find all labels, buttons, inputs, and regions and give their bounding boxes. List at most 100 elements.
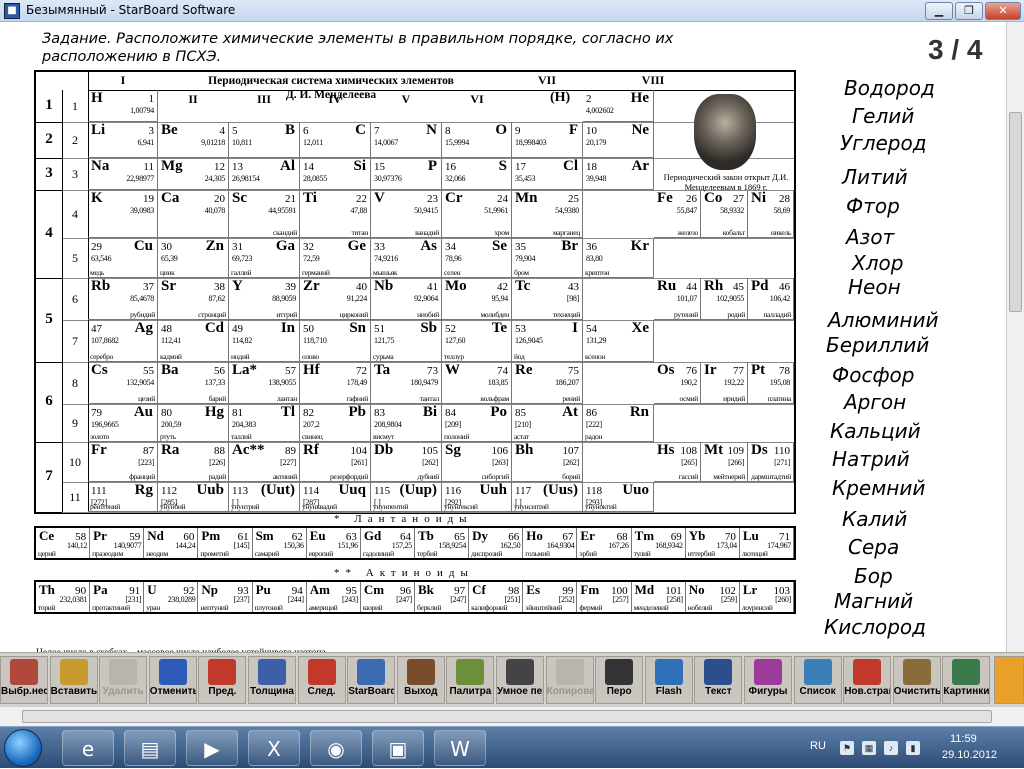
starboard-logo-button[interactable]	[994, 656, 1024, 704]
toolbar-button-19[interactable]: Очистить	[892, 656, 941, 704]
element-name-label[interactable]: Кальций	[830, 419, 921, 443]
element-name: унунбий	[160, 502, 186, 511]
atomic-number: 48	[161, 323, 172, 335]
toolbar-button-4[interactable]: Отменить	[148, 656, 197, 704]
toolbar-button-3[interactable]: Удалить	[99, 656, 148, 704]
period-number: 7	[45, 468, 53, 484]
period-number: 3	[45, 165, 53, 181]
whiteboard-canvas[interactable]: Задание. Расположите химические элементы…	[0, 22, 1024, 658]
element-cell: Rn 86 [222] радон	[583, 404, 654, 442]
column-divider	[62, 90, 63, 512]
element-symbol: Ni	[751, 190, 766, 206]
toolbar-button-2[interactable]: Вставить	[49, 656, 98, 704]
atomic-mass: 238,0289	[167, 595, 196, 604]
element-name-label[interactable]: Водород	[844, 76, 935, 100]
element-name-label[interactable]: Аргон	[844, 390, 906, 414]
media-player-icon[interactable]: ▶	[186, 730, 238, 766]
battery-icon[interactable]: ▮	[906, 741, 920, 755]
element-symbol: Sn	[349, 320, 366, 336]
element-name-label[interactable]: Хлор	[852, 251, 903, 275]
toolbar-button-17[interactable]: Список	[793, 656, 842, 704]
element-symbol: Ac**	[232, 442, 265, 458]
toolbar-button-14[interactable]: Flash	[644, 656, 693, 704]
atomic-mass: 180,9479	[410, 378, 438, 387]
toolbar-button-16[interactable]: Фигуры	[744, 656, 792, 704]
element-name-label[interactable]: Азот	[846, 225, 894, 249]
element-name-label[interactable]: Гелий	[852, 104, 914, 128]
close-button[interactable]: ✕	[985, 2, 1021, 20]
element-name-label[interactable]: Фтор	[846, 194, 900, 218]
element-name-label[interactable]: Кремний	[832, 476, 925, 500]
element-name-label[interactable]: Бор	[854, 564, 893, 588]
element-name: астат	[514, 432, 529, 441]
vertical-scrollbar[interactable]	[1006, 22, 1024, 652]
element-cell: Au 79 196,9665 золото	[88, 404, 158, 442]
toolbar-button-18[interactable]: Нов.стран.	[843, 656, 892, 704]
volume-icon[interactable]: ♪	[884, 741, 898, 755]
toolbar-button-20[interactable]: Картинки	[942, 656, 991, 704]
element-name: йод	[514, 352, 525, 361]
element-name-label[interactable]: Магний	[834, 589, 913, 613]
starboard-icon[interactable]: ▣	[372, 730, 424, 766]
ie-icon[interactable]: e	[62, 730, 114, 766]
toolbar-button-8[interactable]: StarBoard	[347, 656, 396, 704]
horizontal-scrollbar[interactable]	[0, 706, 1024, 726]
atomic-mass: 162,50	[500, 541, 521, 550]
element-name-label[interactable]: Сера	[848, 535, 899, 559]
element-name-label[interactable]: Углерод	[840, 131, 927, 155]
explorer-icon[interactable]: ▤	[124, 730, 176, 766]
element-cell: Al 13 26,98154	[229, 158, 300, 190]
excel-icon[interactable]: X	[248, 730, 300, 766]
element-name-label[interactable]: Алюминий	[828, 308, 938, 332]
element-symbol: La*	[232, 362, 258, 378]
element-symbol: Lu	[742, 528, 759, 543]
atomic-mass: 106,42	[769, 294, 791, 303]
atomic-number: 34	[445, 241, 456, 253]
clock-time[interactable]: 11:59	[950, 733, 977, 745]
element-name: олово	[302, 352, 319, 361]
start-button[interactable]	[4, 729, 42, 767]
atomic-number: 1	[148, 93, 155, 105]
element-name: тербий	[417, 549, 438, 558]
clock-date[interactable]: 29.10.2012	[942, 749, 997, 761]
element-symbol: Pt	[751, 362, 766, 378]
element-name-label[interactable]: Фосфор	[832, 363, 914, 387]
element-name-label[interactable]: Калий	[842, 507, 907, 531]
element-symbol: S	[498, 158, 507, 174]
language-indicator[interactable]: RU	[810, 740, 826, 752]
scrollbar-thumb[interactable]	[1009, 112, 1022, 312]
toolbar-button-13[interactable]: Перо	[595, 656, 644, 704]
toolbar-button-11[interactable]: Умное перо	[496, 656, 544, 704]
flag-icon[interactable]: ⚑	[840, 741, 854, 755]
element-cell: Pb 82 207,2 свинец	[300, 404, 371, 442]
element-symbol: No	[688, 582, 705, 597]
element-name-label[interactable]: Неон	[848, 275, 901, 299]
network-icon[interactable]: ▦	[862, 741, 876, 755]
toolbar-button-5[interactable]: Пред.	[198, 656, 247, 704]
toolbar-button-7[interactable]: След.	[297, 656, 346, 704]
element-symbol: Os	[657, 362, 675, 378]
row-number: 2	[72, 133, 78, 147]
toolbar-button-12[interactable]: Копировать	[545, 656, 594, 704]
toolbar-button-1[interactable]: Выбр.неск.	[0, 656, 48, 704]
element-name: криптон	[585, 268, 610, 277]
maximize-button[interactable]: ❐	[955, 2, 983, 20]
element-name: ртуть	[160, 432, 176, 441]
toolbar-button-9[interactable]: Выход	[396, 656, 445, 704]
word-icon[interactable]: W	[434, 730, 486, 766]
toolbar-button-6[interactable]: Толщина	[248, 656, 296, 704]
element-name-label[interactable]: Натрий	[832, 447, 910, 471]
scrollbar-thumb[interactable]	[22, 710, 992, 723]
element-name-label[interactable]: Бериллий	[826, 333, 929, 357]
palette-icon	[456, 659, 485, 685]
toolbar-button-15[interactable]: Текст	[694, 656, 743, 704]
period-number: 1	[45, 97, 53, 113]
element-name-label[interactable]: Литий	[842, 165, 908, 189]
element-name-label[interactable]: Кислород	[824, 615, 926, 639]
element-cell: B 5 10,811	[229, 122, 300, 158]
element-cell: Rf 104 [261] резерфордий	[300, 442, 371, 482]
minimize-button[interactable]: ▁	[925, 2, 953, 20]
firefox-icon[interactable]: ◉	[310, 730, 362, 766]
toolbar-button-10[interactable]: Палитра	[446, 656, 495, 704]
atomic-mass: 55,847	[676, 206, 698, 215]
